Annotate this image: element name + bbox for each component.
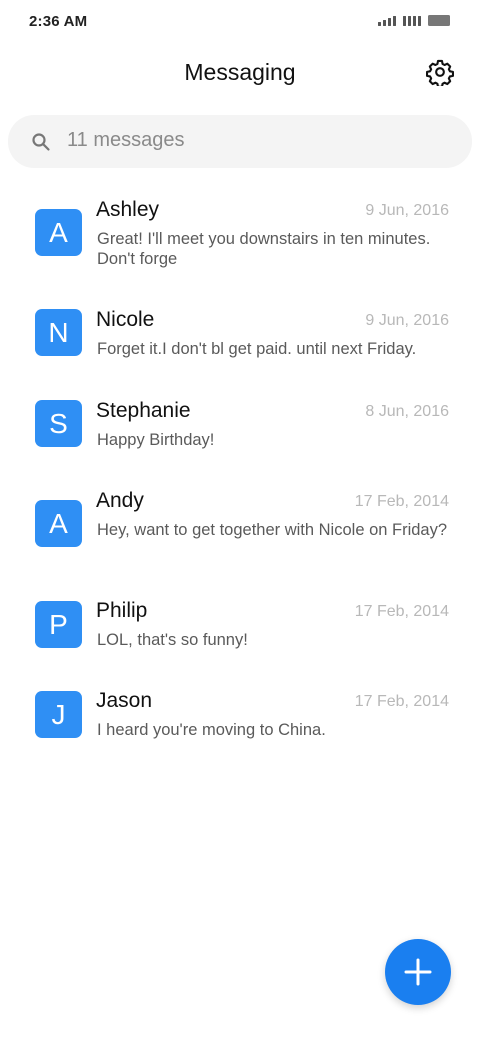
message-preview: Happy Birthday!	[97, 431, 215, 449]
avatar: J	[35, 691, 82, 738]
status-time: 2:36 AM	[29, 13, 88, 30]
page-title: Messaging	[184, 59, 296, 85]
contact-name: Jason	[96, 689, 153, 712]
message-date: 8 Jun, 2016	[365, 403, 449, 420]
avatar: N	[35, 309, 82, 356]
contact-name: Nicole	[96, 308, 155, 331]
cellular-signal-icon	[378, 15, 396, 26]
message-preview: Hey, want to get together with Nicole on…	[97, 521, 448, 539]
message-date: 17 Feb, 2014	[354, 693, 449, 710]
signal-strength-icon	[403, 15, 421, 26]
conversation-item[interactable]: A Ashley 9 Jun, 2016 Great! I'll meet yo…	[0, 183, 480, 283]
conversation-item[interactable]: P Philip 17 Feb, 2014 LOL, that's so fun…	[0, 584, 480, 684]
avatar: A	[35, 209, 82, 256]
message-preview: Great! I'll meet you downstairs in ten m…	[97, 230, 431, 268]
message-date: 9 Jun, 2016	[365, 202, 449, 219]
avatar: A	[35, 500, 82, 547]
message-preview: Forget it.I don't bl get paid. until nex…	[97, 340, 417, 358]
app-header: Messaging	[0, 44, 480, 106]
search-icon	[32, 133, 50, 151]
search-bar[interactable]: 11 messages	[8, 115, 472, 168]
gear-icon	[426, 59, 454, 88]
conversation-item[interactable]: A Andy 17 Feb, 2014 Hey, want to get tog…	[0, 474, 480, 574]
message-preview: LOL, that's so funny!	[97, 631, 248, 649]
battery-icon	[428, 15, 450, 26]
settings-button[interactable]	[426, 58, 454, 88]
message-date: 9 Jun, 2016	[365, 312, 449, 329]
conversation-item[interactable]: J Jason 17 Feb, 2014 I heard you're movi…	[0, 674, 480, 774]
contact-name: Philip	[96, 599, 148, 622]
contact-name: Stephanie	[96, 399, 191, 422]
status-icons	[378, 15, 450, 26]
conversation-item[interactable]: S Stephanie 8 Jun, 2016 Happy Birthday!	[0, 384, 480, 484]
contact-name: Andy	[96, 489, 144, 512]
plus-icon	[404, 958, 432, 986]
status-bar: 2:36 AM	[0, 0, 480, 44]
contact-name: Ashley	[96, 198, 160, 221]
search-placeholder: 11 messages	[67, 129, 185, 151]
new-message-button[interactable]	[385, 939, 451, 1005]
message-date: 17 Feb, 2014	[354, 493, 449, 510]
message-preview: I heard you're moving to China.	[97, 721, 326, 739]
message-date: 17 Feb, 2014	[354, 603, 449, 620]
conversation-item[interactable]: N Nicole 9 Jun, 2016 Forget it.I don't b…	[0, 293, 480, 393]
avatar: P	[35, 601, 82, 648]
avatar: S	[35, 400, 82, 447]
